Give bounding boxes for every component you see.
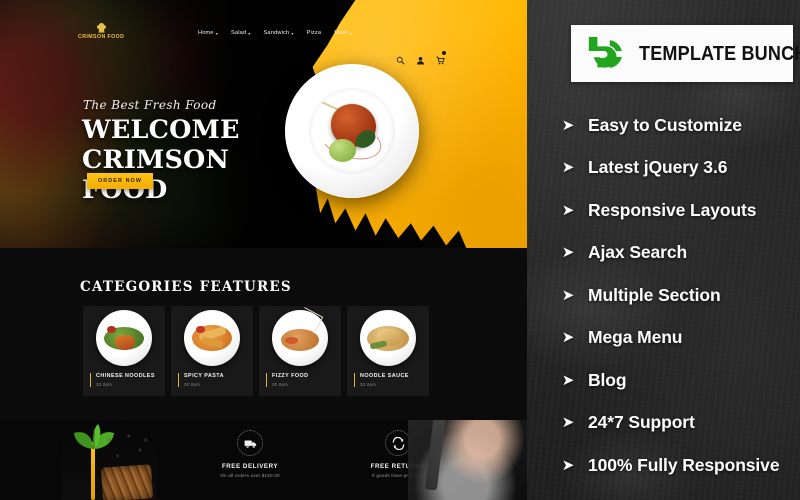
drink-straw xyxy=(91,442,95,500)
category-dish-image xyxy=(272,307,328,366)
feature-label: Responsive Layouts xyxy=(588,199,757,220)
arrow-right-icon: ➤ xyxy=(561,329,575,347)
feature-label: Mega Menu xyxy=(588,327,683,348)
cart-count-badge xyxy=(442,51,446,55)
spice-speckles xyxy=(98,428,154,468)
screenshot-stage: CRIMSON FOOD Home ▾ Salad ▾ Sandwich ▾ P… xyxy=(0,0,800,500)
service-icon-ring xyxy=(237,430,263,456)
category-card-spicy-pasta[interactable]: SPICY PASTA 20 Item xyxy=(171,306,253,396)
feature-item-latest-jquery: ➤ Latest jQuery 3.6 xyxy=(561,147,800,190)
category-card-noodle-sauce[interactable]: NOODLE SAUCE 33 Item xyxy=(347,306,429,396)
arrow-right-icon: ➤ xyxy=(561,244,575,262)
user-account-icon[interactable] xyxy=(416,52,425,65)
arrow-right-icon: ➤ xyxy=(561,371,575,389)
site-logo-text: CRIMSON FOOD xyxy=(78,34,125,40)
category-item-count: 20 Item xyxy=(184,382,201,387)
feature-label: Blog xyxy=(588,369,627,390)
mint-cinnamon-photo xyxy=(62,420,157,500)
feature-label: 24*7 Support xyxy=(588,412,695,433)
nav-item-salad[interactable]: Salad ▾ xyxy=(231,30,251,36)
feature-item-mega-menu: ➤ Mega Menu xyxy=(561,317,800,360)
website-preview: CRIMSON FOOD Home ▾ Salad ▾ Sandwich ▾ P… xyxy=(0,0,527,500)
nav-item-label: Pizza xyxy=(306,30,322,36)
feature-item-easy-to-customize: ➤ Easy to Customize xyxy=(561,104,800,147)
nav-item-sandwich[interactable]: Sandwich ▾ xyxy=(263,30,293,36)
categories-section: CATEGORIES FEATURES CHINESE NOODLES 33 I… xyxy=(0,248,527,420)
feature-item-multiple-section: ➤ Multiple Section xyxy=(561,274,800,317)
services-band: FREE DELIVERY On all orders over $150.00 xyxy=(0,420,527,500)
arrow-right-icon: ➤ xyxy=(561,286,575,304)
categories-heading: CATEGORIES FEATURES xyxy=(80,279,292,295)
service-free-delivery: FREE DELIVERY On all orders over $150.00 xyxy=(196,430,304,478)
category-name: NOODLE SAUCE xyxy=(360,373,409,379)
template-bunch-logo-icon xyxy=(585,33,627,75)
category-card-chinese-noodles[interactable]: CHINESE NOODLES 33 Item xyxy=(83,306,165,396)
nav-item-label: Salad xyxy=(230,30,247,36)
category-card-fizzy-food[interactable]: FIZZY FOOD 20 Item xyxy=(259,306,341,396)
hero-script-text: The Best Fresh Food xyxy=(83,98,217,112)
feature-label: Ajax Search xyxy=(588,242,688,263)
service-subtitle: On all orders over $150.00 xyxy=(220,473,280,478)
chevron-down-icon: ▾ xyxy=(215,30,218,36)
nav-item-label: Sandwich xyxy=(263,30,290,36)
category-dish-image xyxy=(360,310,416,366)
arrow-right-icon: ➤ xyxy=(561,116,575,134)
category-name: FIZZY FOOD xyxy=(272,373,309,379)
main-navigation: Home ▾ Salad ▾ Sandwich ▾ Pizza More ▾ xyxy=(198,30,352,36)
category-name: CHINESE NOODLES xyxy=(96,373,155,379)
feature-item-support: ➤ 24*7 Support xyxy=(561,402,800,445)
hero-title: WELCOME CRIMSON FOOD xyxy=(82,115,322,205)
category-meta: NOODLE SAUCE 33 Item xyxy=(354,373,409,387)
hero-title-line-1: WELCOME xyxy=(82,115,240,145)
shopping-cart-icon[interactable] xyxy=(436,51,446,65)
feature-item-blog: ➤ Blog xyxy=(561,359,800,402)
feature-label: 100% Fully Responsive xyxy=(588,454,780,475)
feature-label: Multiple Section xyxy=(588,284,721,305)
category-name: SPICY PASTA xyxy=(184,373,224,379)
feature-label: Latest jQuery 3.6 xyxy=(588,157,728,178)
arrow-right-icon: ➤ xyxy=(561,456,575,474)
category-item-count: 20 Item xyxy=(272,382,289,387)
feature-label: Easy to Customize xyxy=(588,114,742,135)
header-icon-group xyxy=(396,51,446,65)
search-icon[interactable] xyxy=(396,52,405,65)
category-item-count: 33 Item xyxy=(96,382,113,387)
site-logo[interactable]: CRIMSON FOOD xyxy=(78,21,124,40)
plate-avocado-quenelle xyxy=(329,139,357,162)
chevron-down-icon: ▾ xyxy=(248,30,251,36)
nav-item-label: Home xyxy=(198,30,214,36)
category-meta: SPICY PASTA 20 Item xyxy=(178,373,224,387)
return-arrows-icon xyxy=(392,436,405,450)
delivery-truck-icon xyxy=(244,437,257,450)
order-now-button[interactable]: ORDER NOW xyxy=(87,173,154,189)
arrow-right-icon: ➤ xyxy=(561,414,575,432)
chevron-down-icon: ▾ xyxy=(291,30,294,36)
brand-name: TEMPLATE BUNCH xyxy=(639,41,800,65)
categories-grid: CHINESE NOODLES 33 Item SPICY PASTA 20 I… xyxy=(83,306,429,396)
chef-hat-icon xyxy=(94,21,109,33)
promo-panel: TEMPLATE BUNCH ➤ Easy to Customize ➤ Lat… xyxy=(527,0,800,500)
cinnamon-sticks xyxy=(100,464,154,500)
arrow-right-icon: ➤ xyxy=(561,159,575,177)
feature-list: ➤ Easy to Customize ➤ Latest jQuery 3.6 … xyxy=(561,104,800,487)
category-meta: CHINESE NOODLES 33 Item xyxy=(90,373,155,387)
category-dish-image xyxy=(96,310,152,366)
feature-item-responsive-layouts: ➤ Responsive Layouts xyxy=(561,189,800,232)
arrow-right-icon: ➤ xyxy=(561,201,575,219)
site-header: CRIMSON FOOD Home ▾ Salad ▾ Sandwich ▾ P… xyxy=(0,21,527,65)
category-dish-image xyxy=(184,310,240,366)
feature-item-ajax-search: ➤ Ajax Search xyxy=(561,232,800,275)
nav-item-home[interactable]: Home ▾ xyxy=(198,30,218,36)
nav-item-label: More xyxy=(334,30,348,36)
nav-item-pizza[interactable]: Pizza xyxy=(307,30,322,36)
category-item-count: 33 Item xyxy=(360,382,377,387)
feature-item-fully-responsive: ➤ 100% Fully Responsive xyxy=(561,444,800,487)
chevron-down-icon: ▾ xyxy=(349,30,353,36)
brand-logo-box: TEMPLATE BUNCH xyxy=(571,25,800,82)
service-title: FREE DELIVERY xyxy=(221,463,279,470)
category-meta: FIZZY FOOD 20 Item xyxy=(266,373,308,387)
nav-item-more[interactable]: More ▾ xyxy=(334,30,352,36)
